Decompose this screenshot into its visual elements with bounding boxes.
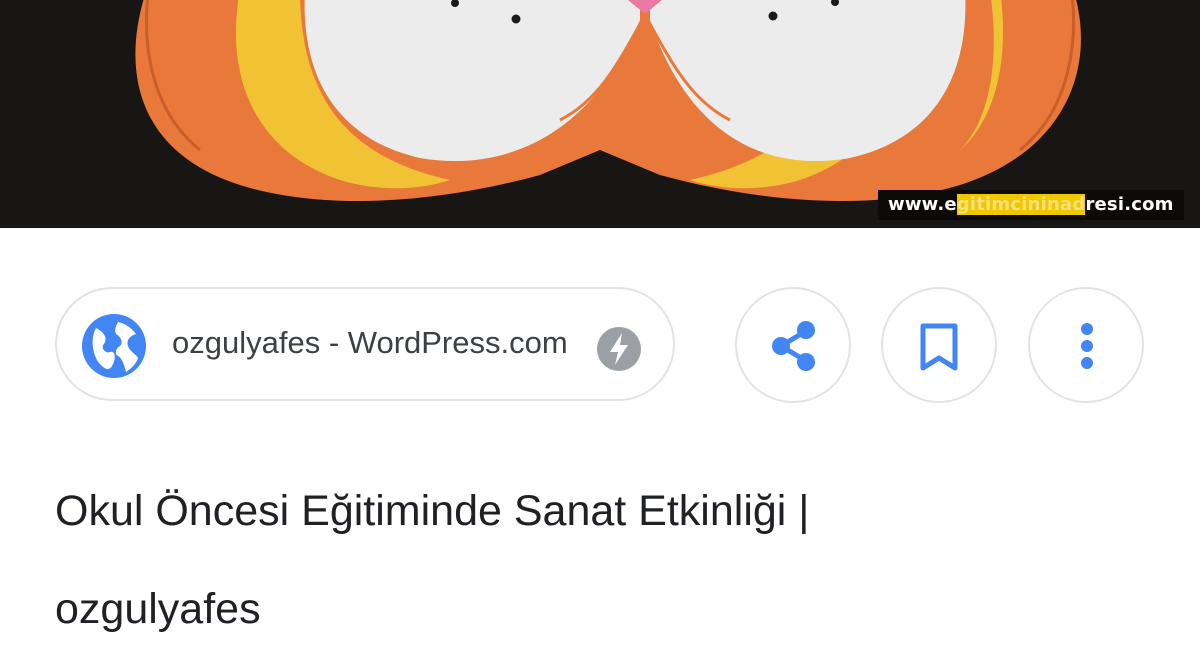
amp-lightning-icon xyxy=(597,327,641,371)
result-title-line1: Okul Öncesi Eğitiminde Sanat Etkinliği | xyxy=(55,487,810,535)
more-vert-icon xyxy=(1081,323,1093,369)
more-options-button[interactable] xyxy=(1028,287,1144,403)
result-title-line2: ozgulyafes xyxy=(55,585,261,633)
share-button[interactable] xyxy=(735,287,851,403)
globe-icon xyxy=(82,314,146,378)
image-watermark: www.egitimcininadresi.com xyxy=(878,190,1184,220)
save-button[interactable] xyxy=(881,287,997,403)
bookmark-icon xyxy=(920,323,958,371)
result-title[interactable]: Okul Öncesi Eğitiminde Sanat Etkinliği |… xyxy=(55,462,1155,658)
source-label: ozgulyafes - WordPress.com xyxy=(172,325,568,360)
share-icon xyxy=(772,321,815,371)
result-image[interactable]: www.egitimcininadresi.com xyxy=(0,0,1200,228)
source-chip[interactable]: ozgulyafes - WordPress.com xyxy=(55,287,675,401)
